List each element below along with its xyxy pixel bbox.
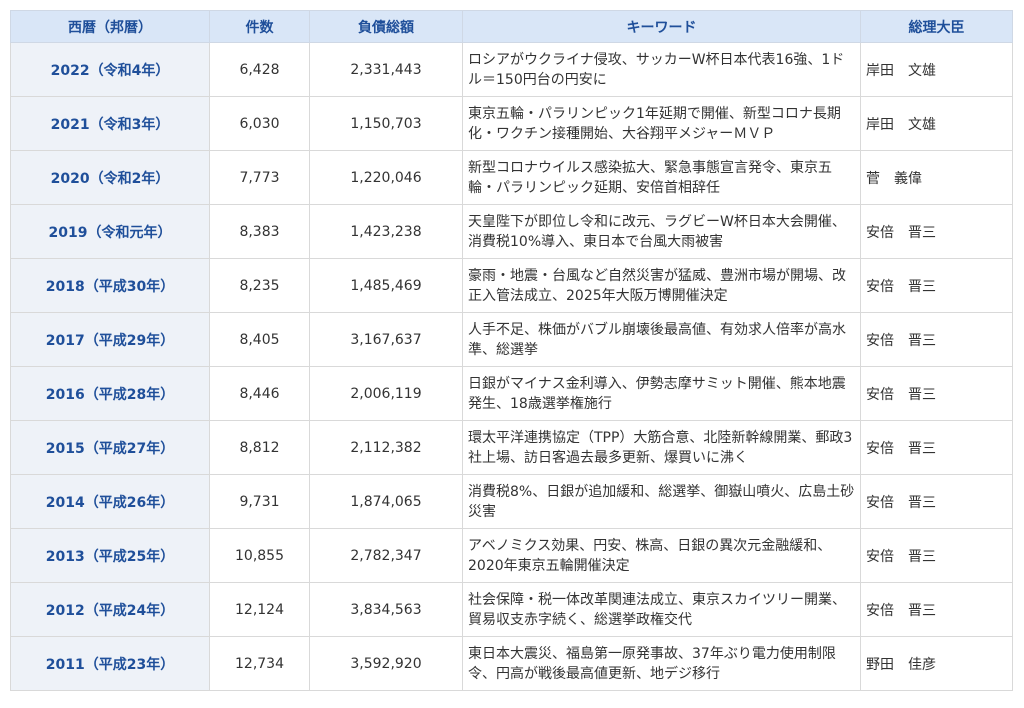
cell-count: 9,731 (209, 474, 310, 529)
header-year: 西暦（邦暦） (10, 10, 210, 43)
cell-count: 12,734 (209, 636, 310, 691)
cell-keyword: 豪雨・地震・台風など自然災害が猛威、豊洲市場が開場、改正入管法成立、2025年大… (462, 258, 861, 313)
header-row: 西暦（邦暦） 件数 負債総額 キーワード 総理大臣 (10, 10, 1013, 43)
table-row: 2013（平成25年） 10,855 2,782,347 アベノミクス効果、円安… (10, 528, 1013, 583)
cell-debt: 3,592,920 (309, 636, 463, 691)
cell-debt: 2,112,382 (309, 420, 463, 475)
cell-keyword: 日銀がマイナス金利導入、伊勢志摩サミット開催、熊本地震発生、18歳選挙権施行 (462, 366, 861, 421)
cell-year: 2017（平成29年） (10, 312, 210, 367)
table-row: 2019（令和元年） 8,383 1,423,238 天皇陛下が即位し令和に改元… (10, 204, 1013, 259)
cell-debt: 1,423,238 (309, 204, 463, 259)
table-row: 2022（令和4年） 6,428 2,331,443 ロシアがウクライナ侵攻、サ… (10, 42, 1013, 97)
cell-year: 2020（令和2年） (10, 150, 210, 205)
table-row: 2015（平成27年） 8,812 2,112,382 環太平洋連携協定（TPP… (10, 420, 1013, 475)
cell-prime-minister: 菅 義偉 (860, 150, 1013, 205)
cell-keyword: 社会保障・税一体改革関連法成立、東京スカイツリー開業、貿易収支赤字続く、総選挙政… (462, 582, 861, 637)
cell-debt: 3,834,563 (309, 582, 463, 637)
header-keyword: キーワード (462, 10, 861, 43)
cell-keyword: 天皇陛下が即位し令和に改元、ラグビーW杯日本大会開催、消費税10%導入、東日本で… (462, 204, 861, 259)
cell-prime-minister: 岸田 文雄 (860, 96, 1013, 151)
cell-debt: 1,485,469 (309, 258, 463, 313)
cell-year: 2016（平成28年） (10, 366, 210, 421)
table-header: 西暦（邦暦） 件数 負債総額 キーワード 総理大臣 (10, 10, 1013, 43)
cell-year: 2011（平成23年） (10, 636, 210, 691)
cell-keyword: 東日本大震災、福島第一原発事故、37年ぶり電力使用制限令、円高が戦後最高値更新、… (462, 636, 861, 691)
cell-count: 12,124 (209, 582, 310, 637)
cell-prime-minister: 安倍 晋三 (860, 474, 1013, 529)
table-row: 2016（平成28年） 8,446 2,006,119 日銀がマイナス金利導入、… (10, 366, 1013, 421)
table-row: 2017（平成29年） 8,405 3,167,637 人手不足、株価がバブル崩… (10, 312, 1013, 367)
cell-count: 6,030 (209, 96, 310, 151)
cell-count: 7,773 (209, 150, 310, 205)
cell-count: 10,855 (209, 528, 310, 583)
cell-prime-minister: 安倍 晋三 (860, 528, 1013, 583)
header-prime-minister: 総理大臣 (860, 10, 1013, 43)
table-body: 2022（令和4年） 6,428 2,331,443 ロシアがウクライナ侵攻、サ… (10, 42, 1013, 691)
bankruptcy-table-container: 西暦（邦暦） 件数 負債総額 キーワード 総理大臣 2022（令和4年） 6,4… (10, 10, 1013, 691)
cell-keyword: 人手不足、株価がバブル崩壊後最高値、有効求人倍率が高水準、総選挙 (462, 312, 861, 367)
cell-year: 2014（平成26年） (10, 474, 210, 529)
cell-debt: 2,006,119 (309, 366, 463, 421)
cell-keyword: 消費税8%、日銀が追加緩和、総選挙、御嶽山噴火、広島土砂災害 (462, 474, 861, 529)
cell-prime-minister: 安倍 晋三 (860, 204, 1013, 259)
cell-prime-minister: 野田 佳彦 (860, 636, 1013, 691)
header-debt: 負債総額 (309, 10, 463, 43)
cell-year: 2018（平成30年） (10, 258, 210, 313)
cell-keyword: ロシアがウクライナ侵攻、サッカーW杯日本代表16強、1ドル＝150円台の円安に (462, 42, 861, 97)
table-row: 2018（平成30年） 8,235 1,485,469 豪雨・地震・台風など自然… (10, 258, 1013, 313)
header-count: 件数 (209, 10, 310, 43)
cell-count: 8,812 (209, 420, 310, 475)
table-row: 2014（平成26年） 9,731 1,874,065 消費税8%、日銀が追加緩… (10, 474, 1013, 529)
cell-year: 2013（平成25年） (10, 528, 210, 583)
table-row: 2012（平成24年） 12,124 3,834,563 社会保障・税一体改革関… (10, 582, 1013, 637)
cell-year: 2021（令和3年） (10, 96, 210, 151)
cell-keyword: 東京五輪・パラリンピック1年延期で開催、新型コロナ長期化・ワクチン接種開始、大谷… (462, 96, 861, 151)
cell-prime-minister: 安倍 晋三 (860, 366, 1013, 421)
table-row: 2020（令和2年） 7,773 1,220,046 新型コロナウイルス感染拡大… (10, 150, 1013, 205)
table-row: 2011（平成23年） 12,734 3,592,920 東日本大震災、福島第一… (10, 636, 1013, 691)
table-row: 2021（令和3年） 6,030 1,150,703 東京五輪・パラリンピック1… (10, 96, 1013, 151)
cell-debt: 2,782,347 (309, 528, 463, 583)
cell-prime-minister: 安倍 晋三 (860, 420, 1013, 475)
cell-keyword: 新型コロナウイルス感染拡大、緊急事態宣言発令、東京五輪・パラリンピック延期、安倍… (462, 150, 861, 205)
cell-keyword: 環太平洋連携協定（TPP）大筋合意、北陸新幹線開業、郵政3社上場、訪日客過去最多… (462, 420, 861, 475)
cell-year: 2015（平成27年） (10, 420, 210, 475)
cell-keyword: アベノミクス効果、円安、株高、日銀の異次元金融緩和、2020年東京五輪開催決定 (462, 528, 861, 583)
cell-count: 8,405 (209, 312, 310, 367)
cell-count: 8,235 (209, 258, 310, 313)
cell-debt: 2,331,443 (309, 42, 463, 97)
cell-prime-minister: 安倍 晋三 (860, 258, 1013, 313)
cell-debt: 1,220,046 (309, 150, 463, 205)
cell-debt: 3,167,637 (309, 312, 463, 367)
cell-year: 2019（令和元年） (10, 204, 210, 259)
cell-debt: 1,874,065 (309, 474, 463, 529)
cell-count: 8,383 (209, 204, 310, 259)
cell-prime-minister: 安倍 晋三 (860, 312, 1013, 367)
cell-year: 2022（令和4年） (10, 42, 210, 97)
cell-prime-minister: 安倍 晋三 (860, 582, 1013, 637)
bankruptcy-history-table: 西暦（邦暦） 件数 負債総額 キーワード 総理大臣 2022（令和4年） 6,4… (10, 10, 1013, 691)
cell-year: 2012（平成24年） (10, 582, 210, 637)
cell-debt: 1,150,703 (309, 96, 463, 151)
cell-count: 8,446 (209, 366, 310, 421)
cell-count: 6,428 (209, 42, 310, 97)
cell-prime-minister: 岸田 文雄 (860, 42, 1013, 97)
